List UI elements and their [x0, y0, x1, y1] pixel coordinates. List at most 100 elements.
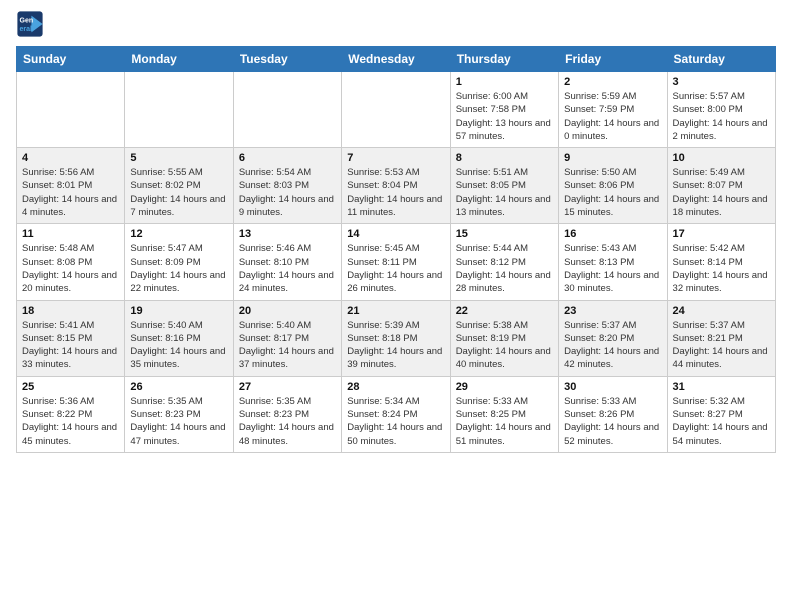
day-info: Sunrise: 5:55 AM Sunset: 8:02 PM Dayligh…: [130, 166, 227, 219]
day-info: Sunrise: 5:34 AM Sunset: 8:24 PM Dayligh…: [347, 395, 444, 448]
day-number: 27: [239, 381, 336, 393]
weekday-header-tuesday: Tuesday: [233, 47, 341, 72]
calendar-cell: 25Sunrise: 5:36 AM Sunset: 8:22 PM Dayli…: [17, 376, 125, 452]
day-info: Sunrise: 5:32 AM Sunset: 8:27 PM Dayligh…: [673, 395, 770, 448]
calendar-cell: 5 Sunrise: 5:55 AM Sunset: 8:02 PM Daylig…: [125, 148, 233, 224]
calendar-cell: 17Sunrise: 5:42 AM Sunset: 8:14 PM Dayli…: [667, 224, 775, 300]
day-info: Sunrise: 5:44 AM Sunset: 8:12 PM Dayligh…: [456, 242, 553, 295]
calendar-cell: 10Sunrise: 5:49 AM Sunset: 8:07 PM Dayli…: [667, 148, 775, 224]
day-number: 6: [239, 152, 336, 164]
day-info: Sunrise: 5:37 AM Sunset: 8:20 PM Dayligh…: [564, 319, 661, 372]
day-info: Sunrise: 6:00 AM Sunset: 7:58 PM Dayligh…: [456, 90, 553, 143]
day-number: 7: [347, 152, 444, 164]
calendar-cell: 16 Sunrise: 5:43 AM Sunset: 8:13 PM Dayli…: [559, 224, 667, 300]
day-info: Sunrise: 5:39 AM Sunset: 8:18 PM Dayligh…: [347, 319, 444, 372]
day-info: Sunrise: 5:47 AM Sunset: 8:09 PM Dayligh…: [130, 242, 227, 295]
page: Gen eral SundayMondayTuesdayWednesdayThu…: [0, 0, 792, 469]
day-number: 19: [130, 305, 227, 317]
week-row-5: 25Sunrise: 5:36 AM Sunset: 8:22 PM Dayli…: [17, 376, 776, 452]
calendar-cell: 24 Sunrise: 5:37 AM Sunset: 8:21 PM Dayli…: [667, 300, 775, 376]
weekday-header-row: SundayMondayTuesdayWednesdayThursdayFrid…: [17, 47, 776, 72]
day-number: 16: [564, 228, 661, 240]
day-number: 28: [347, 381, 444, 393]
calendar-cell: 2 Sunrise: 5:59 AM Sunset: 7:59 PM Daylig…: [559, 72, 667, 148]
day-info: Sunrise: 5:46 AM Sunset: 8:10 PM Dayligh…: [239, 242, 336, 295]
calendar-cell: 30 Sunrise: 5:33 AM Sunset: 8:26 PM Dayli…: [559, 376, 667, 452]
calendar-cell: 7 Sunrise: 5:53 AM Sunset: 8:04 PM Daylig…: [342, 148, 450, 224]
calendar-cell: 9 Sunrise: 5:50 AM Sunset: 8:06 PM Daylig…: [559, 148, 667, 224]
day-info: Sunrise: 5:45 AM Sunset: 8:11 PM Dayligh…: [347, 242, 444, 295]
svg-text:Gen: Gen: [20, 18, 34, 25]
day-number: 12: [130, 228, 227, 240]
calendar-cell: 27 Sunrise: 5:35 AM Sunset: 8:23 PM Dayli…: [233, 376, 341, 452]
day-info: Sunrise: 5:36 AM Sunset: 8:22 PM Dayligh…: [22, 395, 119, 448]
calendar-cell: 1 Sunrise: 6:00 AM Sunset: 7:58 PM Daylig…: [450, 72, 558, 148]
calendar-cell: 11 Sunrise: 5:48 AM Sunset: 8:08 PM Dayli…: [17, 224, 125, 300]
day-number: 18: [22, 305, 119, 317]
day-number: 15: [456, 228, 553, 240]
day-number: 22: [456, 305, 553, 317]
day-info: Sunrise: 5:40 AM Sunset: 8:16 PM Dayligh…: [130, 319, 227, 372]
day-number: 26: [130, 381, 227, 393]
weekday-header-saturday: Saturday: [667, 47, 775, 72]
weekday-header-thursday: Thursday: [450, 47, 558, 72]
weekday-header-monday: Monday: [125, 47, 233, 72]
day-info: Sunrise: 5:50 AM Sunset: 8:06 PM Dayligh…: [564, 166, 661, 219]
svg-text:eral: eral: [20, 26, 33, 33]
day-info: Sunrise: 5:35 AM Sunset: 8:23 PM Dayligh…: [130, 395, 227, 448]
day-info: Sunrise: 5:38 AM Sunset: 8:19 PM Dayligh…: [456, 319, 553, 372]
calendar-cell: 12 Sunrise: 5:47 AM Sunset: 8:09 PM Dayli…: [125, 224, 233, 300]
calendar: SundayMondayTuesdayWednesdayThursdayFrid…: [16, 46, 776, 453]
day-info: Sunrise: 5:33 AM Sunset: 8:25 PM Dayligh…: [456, 395, 553, 448]
logo-icon: Gen eral: [16, 10, 44, 38]
calendar-cell: [125, 72, 233, 148]
calendar-cell: [17, 72, 125, 148]
day-number: 1: [456, 76, 553, 88]
calendar-cell: 13 Sunrise: 5:46 AM Sunset: 8:10 PM Dayli…: [233, 224, 341, 300]
calendar-cell: [342, 72, 450, 148]
day-info: Sunrise: 5:53 AM Sunset: 8:04 PM Dayligh…: [347, 166, 444, 219]
calendar-cell: 23Sunrise: 5:37 AM Sunset: 8:20 PM Dayli…: [559, 300, 667, 376]
header: Gen eral: [16, 10, 776, 38]
day-number: 13: [239, 228, 336, 240]
calendar-cell: 3Sunrise: 5:57 AM Sunset: 8:00 PM Daylig…: [667, 72, 775, 148]
day-number: 30: [564, 381, 661, 393]
day-info: Sunrise: 5:54 AM Sunset: 8:03 PM Dayligh…: [239, 166, 336, 219]
day-number: 20: [239, 305, 336, 317]
day-number: 9: [564, 152, 661, 164]
calendar-cell: 20Sunrise: 5:40 AM Sunset: 8:17 PM Dayli…: [233, 300, 341, 376]
calendar-cell: 8 Sunrise: 5:51 AM Sunset: 8:05 PM Daylig…: [450, 148, 558, 224]
weekday-header-sunday: Sunday: [17, 47, 125, 72]
day-info: Sunrise: 5:51 AM Sunset: 8:05 PM Dayligh…: [456, 166, 553, 219]
day-info: Sunrise: 5:41 AM Sunset: 8:15 PM Dayligh…: [22, 319, 119, 372]
day-info: Sunrise: 5:37 AM Sunset: 8:21 PM Dayligh…: [673, 319, 770, 372]
logo: Gen eral: [16, 10, 46, 38]
calendar-cell: 6 Sunrise: 5:54 AM Sunset: 8:03 PM Daylig…: [233, 148, 341, 224]
day-info: Sunrise: 5:42 AM Sunset: 8:14 PM Dayligh…: [673, 242, 770, 295]
day-number: 5: [130, 152, 227, 164]
calendar-cell: [233, 72, 341, 148]
calendar-cell: 31 Sunrise: 5:32 AM Sunset: 8:27 PM Dayli…: [667, 376, 775, 452]
calendar-cell: 18 Sunrise: 5:41 AM Sunset: 8:15 PM Dayli…: [17, 300, 125, 376]
calendar-cell: 21Sunrise: 5:39 AM Sunset: 8:18 PM Dayli…: [342, 300, 450, 376]
day-info: Sunrise: 5:56 AM Sunset: 8:01 PM Dayligh…: [22, 166, 119, 219]
day-number: 8: [456, 152, 553, 164]
day-info: Sunrise: 5:33 AM Sunset: 8:26 PM Dayligh…: [564, 395, 661, 448]
day-number: 10: [673, 152, 770, 164]
day-info: Sunrise: 5:59 AM Sunset: 7:59 PM Dayligh…: [564, 90, 661, 143]
calendar-cell: 15 Sunrise: 5:44 AM Sunset: 8:12 PM Dayli…: [450, 224, 558, 300]
day-number: 24: [673, 305, 770, 317]
day-number: 14: [347, 228, 444, 240]
day-info: Sunrise: 5:43 AM Sunset: 8:13 PM Dayligh…: [564, 242, 661, 295]
day-info: Sunrise: 5:48 AM Sunset: 8:08 PM Dayligh…: [22, 242, 119, 295]
calendar-cell: 14 Sunrise: 5:45 AM Sunset: 8:11 PM Dayli…: [342, 224, 450, 300]
day-number: 11: [22, 228, 119, 240]
day-info: Sunrise: 5:35 AM Sunset: 8:23 PM Dayligh…: [239, 395, 336, 448]
week-row-3: 11 Sunrise: 5:48 AM Sunset: 8:08 PM Dayli…: [17, 224, 776, 300]
calendar-cell: 28 Sunrise: 5:34 AM Sunset: 8:24 PM Dayli…: [342, 376, 450, 452]
week-row-1: 1 Sunrise: 6:00 AM Sunset: 7:58 PM Daylig…: [17, 72, 776, 148]
calendar-cell: 19 Sunrise: 5:40 AM Sunset: 8:16 PM Dayli…: [125, 300, 233, 376]
day-number: 2: [564, 76, 661, 88]
week-row-2: 4Sunrise: 5:56 AM Sunset: 8:01 PM Daylig…: [17, 148, 776, 224]
day-number: 31: [673, 381, 770, 393]
